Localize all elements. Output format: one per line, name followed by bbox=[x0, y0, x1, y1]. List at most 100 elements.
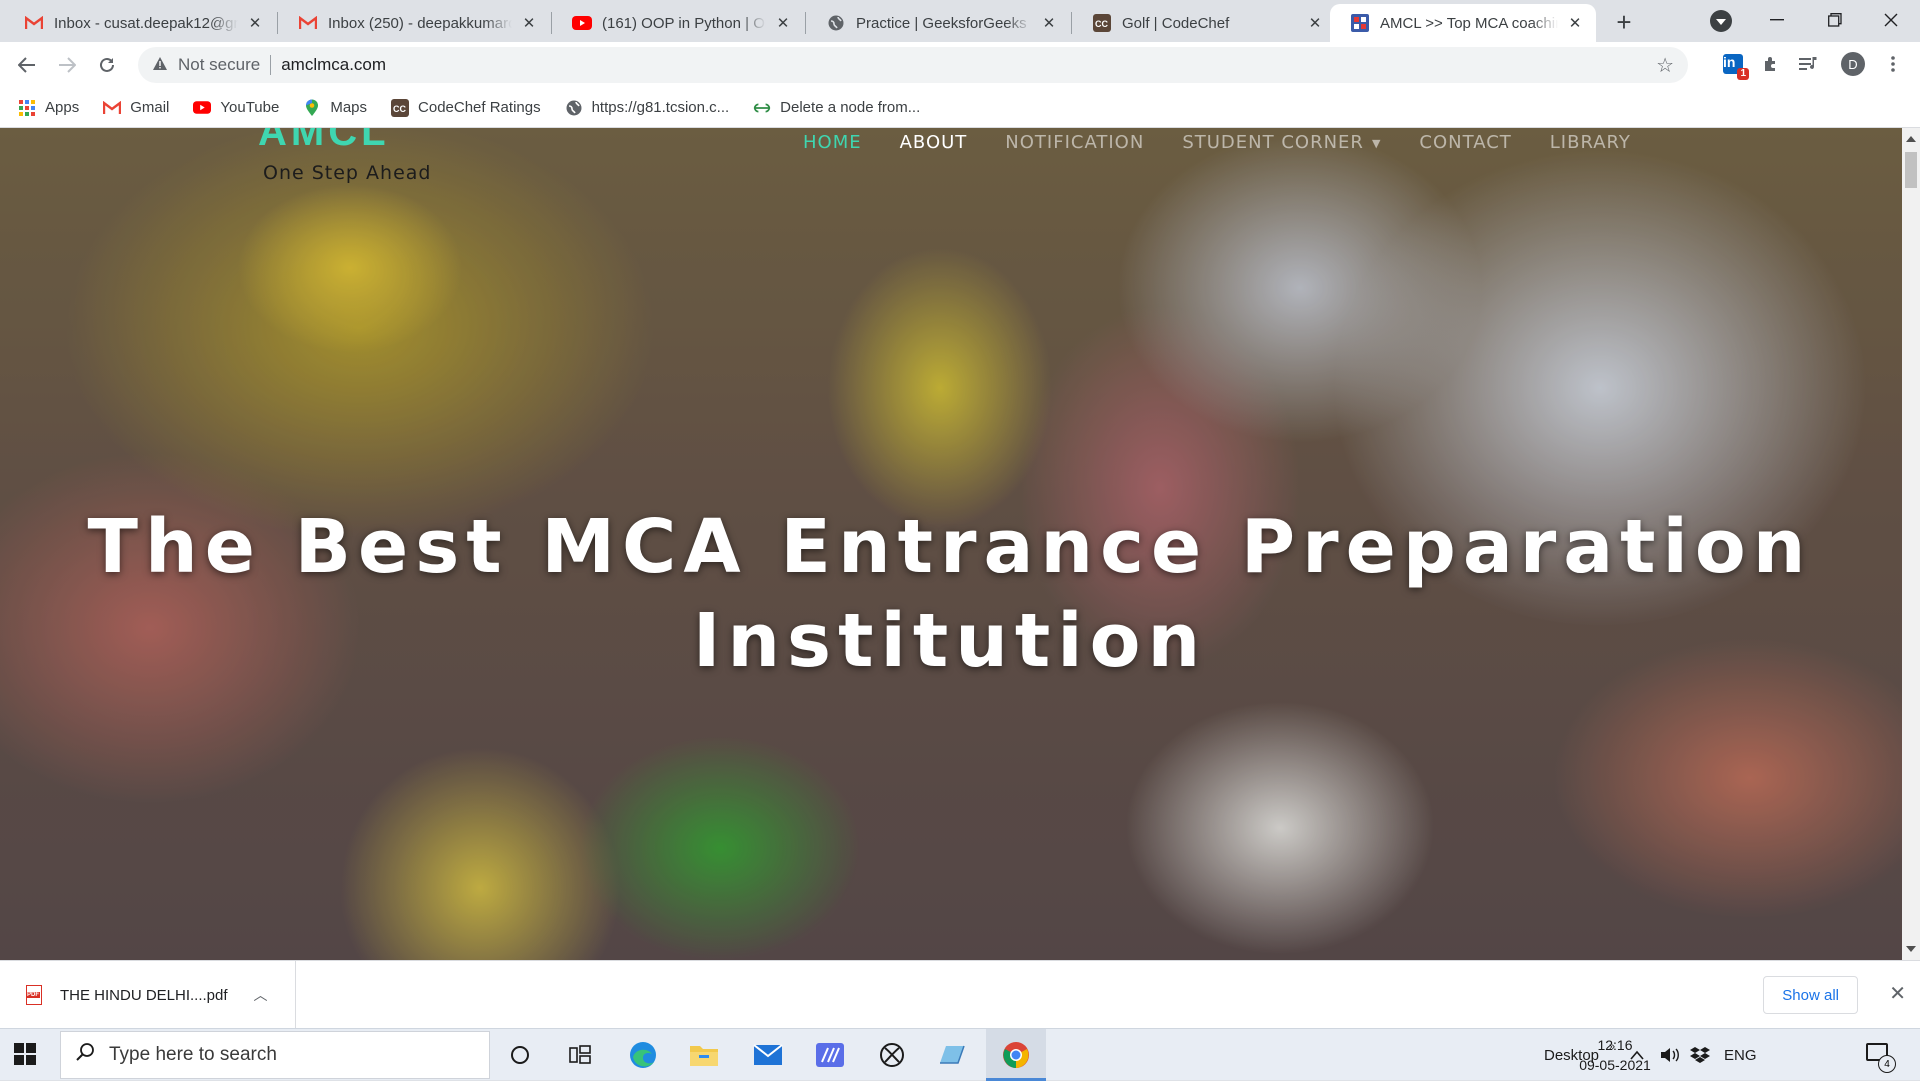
search-icon bbox=[75, 1042, 95, 1068]
clock-time: 12:16 bbox=[1597, 1037, 1633, 1053]
task-view-icon[interactable] bbox=[562, 1037, 598, 1073]
gmail-icon bbox=[103, 99, 122, 117]
windows-taskbar: Type here to search Desktop » ENG 12:16 … bbox=[0, 1028, 1920, 1081]
edge-browser-icon[interactable] bbox=[625, 1037, 661, 1073]
close-icon[interactable]: ✕ bbox=[1306, 14, 1324, 32]
app-launcher-icon[interactable] bbox=[812, 1037, 848, 1073]
bookmark-label: https://g81.tcsion.c... bbox=[591, 99, 730, 116]
codechef-icon: CC bbox=[1092, 13, 1112, 33]
tab-title: AMCL >> Top MCA coaching bbox=[1380, 14, 1558, 32]
extension-badge: 1 bbox=[1737, 68, 1749, 80]
scroll-down-icon[interactable] bbox=[1906, 946, 1916, 952]
address-bar[interactable]: Not secure amclmca.com ☆ bbox=[138, 47, 1688, 83]
hero-title-line1: The Best MCA Entrance Preparation bbox=[87, 504, 1813, 590]
amcl-icon bbox=[1350, 13, 1370, 33]
bookmark-gmail[interactable]: Gmail bbox=[103, 99, 169, 117]
windows-start-icon[interactable] bbox=[14, 1043, 36, 1065]
site-nav: Home About Notification Student Corner ▼ … bbox=[803, 132, 1669, 153]
bookmark-star-icon[interactable]: ☆ bbox=[1656, 53, 1674, 78]
bookmark-youtube[interactable]: YouTube bbox=[193, 99, 279, 117]
new-tab-button[interactable]: + bbox=[1610, 7, 1638, 37]
linkedin-extension-icon[interactable]: in 1 bbox=[1720, 51, 1749, 80]
download-item[interactable]: THE HINDU DELHI....pdf ︿ bbox=[0, 961, 296, 1029]
linkedin-icon: in 1 bbox=[1723, 54, 1749, 80]
xbox-icon[interactable] bbox=[874, 1037, 910, 1073]
security-label[interactable]: Not secure bbox=[178, 55, 260, 75]
notification-count-badge: 4 bbox=[1878, 1055, 1896, 1073]
bookmark-label: CodeChef Ratings bbox=[418, 99, 541, 116]
close-icon[interactable]: ✕ bbox=[1566, 14, 1584, 32]
forward-button[interactable] bbox=[52, 50, 82, 80]
language-indicator[interactable]: ENG bbox=[1724, 1029, 1757, 1081]
scrollbar-thumb[interactable] bbox=[1905, 152, 1917, 188]
media-control-icon[interactable] bbox=[1796, 51, 1822, 77]
dropbox-icon[interactable] bbox=[1690, 1029, 1710, 1081]
tab-codechef[interactable]: CC Golf | CodeChef ✕ bbox=[1072, 4, 1336, 42]
close-icon[interactable]: ✕ bbox=[1040, 14, 1058, 32]
browser-toolbar: Not secure amclmca.com ☆ in 1 D bbox=[0, 42, 1920, 88]
apps-icon bbox=[18, 99, 36, 117]
youtube-icon bbox=[193, 99, 212, 117]
page-scrollbar[interactable] bbox=[1902, 128, 1920, 960]
chevron-up-icon[interactable]: ︿ bbox=[254, 985, 268, 1005]
tab-search-icon[interactable] bbox=[1710, 10, 1732, 32]
taskbar-search-box[interactable]: Type here to search bbox=[60, 1031, 490, 1079]
chrome-icon[interactable] bbox=[998, 1037, 1034, 1073]
site-logo[interactable]: AMCL bbox=[258, 128, 390, 155]
url-text[interactable]: amclmca.com bbox=[281, 55, 386, 75]
mail-icon[interactable] bbox=[750, 1037, 786, 1073]
nav-home[interactable]: Home bbox=[803, 132, 862, 153]
close-icon[interactable]: ✕ bbox=[1889, 981, 1906, 1006]
nav-about[interactable]: About bbox=[900, 132, 968, 153]
nav-notification[interactable]: Notification bbox=[1005, 132, 1144, 153]
close-icon[interactable]: ✕ bbox=[520, 14, 538, 32]
bookmark-delete-node[interactable]: Delete a node from... bbox=[753, 99, 920, 117]
tab-gmail-deepak[interactable]: Inbox (250) - deepakkumarcusat ✕ bbox=[278, 4, 550, 42]
tab-youtube[interactable]: (161) OOP in Python | Object Oriented ✕ bbox=[552, 4, 804, 42]
minimize-button[interactable] bbox=[1748, 0, 1806, 40]
tab-strip: Inbox - cusat.deepak12@gmail.com ✕ Inbox… bbox=[0, 0, 1920, 42]
system-clock[interactable]: 12:16 09-05-2021 bbox=[1560, 1035, 1670, 1075]
bookmark-apps[interactable]: Apps bbox=[18, 99, 79, 117]
show-all-button[interactable]: Show all bbox=[1763, 976, 1858, 1014]
paint-3d-icon[interactable] bbox=[934, 1037, 970, 1073]
gmail-icon bbox=[24, 13, 44, 33]
reload-button[interactable] bbox=[92, 50, 122, 80]
tab-geeksforgeeks[interactable]: Practice | GeeksforGeeks | A computer ✕ bbox=[806, 4, 1070, 42]
codechef-icon: CC bbox=[391, 98, 410, 117]
scroll-up-icon[interactable] bbox=[1906, 136, 1916, 142]
tab-gmail-cusat[interactable]: Inbox - cusat.deepak12@gmail.com ✕ bbox=[4, 4, 276, 42]
bookmark-tcsion[interactable]: https://g81.tcsion.c... bbox=[565, 99, 730, 117]
warning-icon[interactable] bbox=[152, 56, 168, 75]
cortana-icon[interactable] bbox=[502, 1037, 538, 1073]
close-window-button[interactable] bbox=[1862, 0, 1920, 40]
file-explorer-icon[interactable] bbox=[686, 1037, 722, 1073]
back-button[interactable] bbox=[12, 50, 42, 80]
profile-avatar[interactable]: D bbox=[1840, 51, 1866, 77]
maps-icon bbox=[303, 99, 321, 117]
svg-text:CC: CC bbox=[393, 104, 406, 114]
gfg-icon bbox=[753, 99, 771, 117]
tab-amcl[interactable]: AMCL >> Top MCA coaching ✕ bbox=[1330, 4, 1596, 42]
close-icon[interactable]: ✕ bbox=[774, 14, 792, 32]
nav-contact[interactable]: Contact bbox=[1419, 132, 1511, 153]
bookmark-label: YouTube bbox=[220, 99, 280, 116]
bookmark-maps[interactable]: Maps bbox=[303, 99, 367, 117]
nav-student-corner[interactable]: Student Corner ▼ bbox=[1182, 132, 1381, 153]
nav-label: Student Corner bbox=[1182, 132, 1364, 153]
download-shelf: THE HINDU DELHI....pdf ︿ Show all ✕ bbox=[0, 960, 1920, 1029]
pdf-file-icon bbox=[26, 985, 42, 1005]
site-tagline: One Step Ahead bbox=[263, 162, 432, 184]
nav-library[interactable]: Library bbox=[1550, 132, 1631, 153]
bookmark-codechef-ratings[interactable]: CC CodeChef Ratings bbox=[391, 98, 541, 117]
youtube-icon bbox=[572, 13, 592, 33]
menu-kebab-icon[interactable] bbox=[1880, 51, 1906, 77]
search-placeholder: Type here to search bbox=[109, 1044, 277, 1065]
hero-title-line2: Institution bbox=[692, 598, 1208, 684]
extensions-puzzle-icon[interactable] bbox=[1758, 51, 1784, 77]
restore-button[interactable] bbox=[1806, 0, 1864, 40]
close-icon[interactable]: ✕ bbox=[246, 14, 264, 32]
tab-title: (161) OOP in Python | Object Oriented bbox=[602, 14, 766, 32]
hero-title: The Best MCA Entrance Preparation Instit… bbox=[0, 500, 1900, 688]
tab-title: Practice | GeeksforGeeks | A computer bbox=[856, 14, 1032, 32]
